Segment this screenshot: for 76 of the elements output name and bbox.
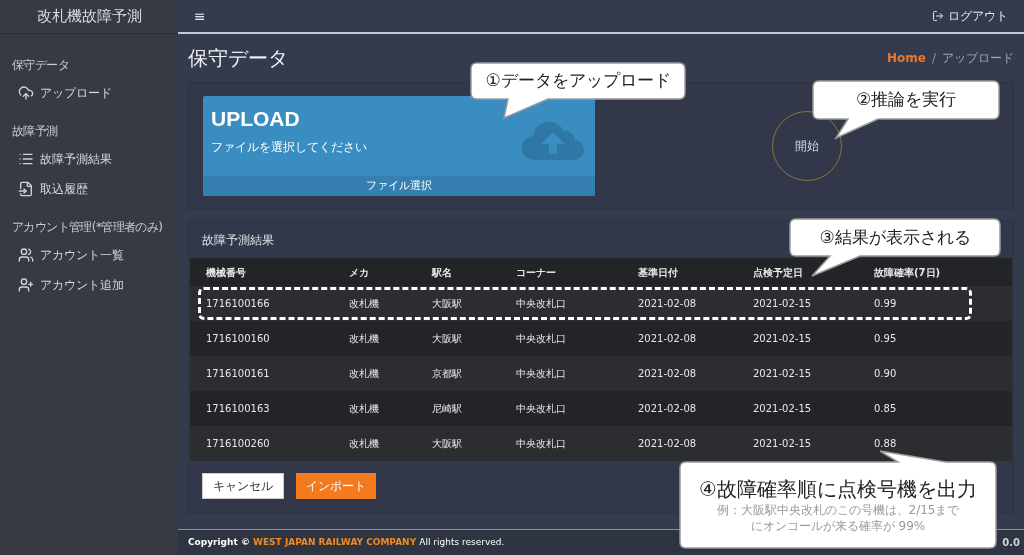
file-import-icon: [18, 181, 34, 197]
table-cell-text: 2021-02-15: [753, 367, 813, 381]
sidebar-item[interactable]: アカウント追加: [0, 270, 178, 300]
section-title: 故障予測結果: [202, 232, 274, 249]
column-header: 点検予定日: [753, 265, 804, 280]
table-cell-text: 大阪駅: [432, 437, 463, 451]
users-icon: [18, 247, 34, 263]
table-cell-text: 大阪駅: [432, 332, 463, 346]
callout-text: ④故障確率順に点検号機を出力: [699, 476, 977, 502]
callout-text: ①データをアップロード: [485, 69, 671, 93]
table-cell-text: 1716100161: [206, 367, 271, 381]
table-cell-text: 尼崎駅: [432, 402, 463, 416]
column-header: 基準日付: [638, 265, 679, 280]
table-cell-text: 0.88: [874, 437, 898, 451]
column-header: 機械番号: [206, 265, 247, 280]
table-cell-text: 中央改札口: [516, 367, 567, 381]
table-cell-text: 2021-02-15: [753, 332, 813, 346]
sidebar-item[interactable]: 故障予測結果: [0, 144, 178, 174]
sidebar-item[interactable]: アカウント一覧: [0, 240, 178, 270]
logout-icon: [932, 10, 944, 22]
page-title: 保守データ: [188, 45, 288, 72]
table-cell-text: 2021-02-15: [753, 402, 813, 416]
table-cell-text: 中央改札口: [516, 297, 567, 311]
sidebar-heading: 故障予測: [12, 123, 58, 140]
user-add-icon: [18, 277, 34, 293]
table-cell-text: 改札機: [349, 402, 380, 416]
table-cell-text: 改札機: [349, 332, 380, 346]
sidebar-heading: 保守データ: [12, 57, 69, 74]
cloud-upload-icon: [18, 85, 34, 101]
table-cell-text: 中央改札口: [516, 332, 567, 346]
table-cell-text: 改札機: [349, 437, 380, 451]
upload-hint: ファイルを選択してください: [211, 139, 368, 156]
table-cell-text: 大阪駅: [432, 297, 463, 311]
breadcrumb-current: アップロード: [942, 50, 1014, 67]
table-cell-text: 2021-02-08: [638, 332, 698, 346]
column-header: 駅名: [432, 265, 453, 280]
upload-title: UPLOAD: [211, 106, 301, 132]
table-cell-text: 0.99: [874, 297, 898, 311]
file-select-button[interactable]: ファイル選択: [203, 176, 595, 196]
menu-button[interactable]: ≡: [194, 5, 206, 27]
table-cell-text: 1716100160: [206, 332, 271, 346]
table-cell-text: 2021-02-08: [638, 402, 698, 416]
table-cell-text: 改札機: [349, 297, 380, 311]
column-header: メカ: [349, 265, 370, 280]
callout-note: 例：大阪駅中央改札のこの号機は、2/15まで: [716, 502, 960, 518]
version-text: 0.0: [1002, 536, 1020, 550]
table-cell-text: 2021-02-15: [753, 437, 813, 451]
callout-note: にオンコールが来る確率が 99%: [750, 518, 926, 534]
table-cell-text: 0.95: [874, 332, 898, 346]
sidebar-item[interactable]: 取込履歴: [0, 174, 178, 204]
table-cell-text: 2021-02-15: [753, 297, 813, 311]
table-cell-text: 中央改札口: [516, 437, 567, 451]
breadcrumb-link[interactable]: Home: [887, 49, 926, 67]
column-header: 故障確率(7日): [874, 265, 942, 280]
copyright-text: Copyright © WEST JAPAN RAILWAY COMPANY All rights reserved.: [188, 535, 505, 549]
logout-button[interactable]: ログアウト: [932, 7, 1008, 25]
table-cell-text: 2021-02-08: [638, 297, 698, 311]
table-cell-text: 2021-02-08: [638, 367, 698, 381]
table-cell-text: 1716100163: [206, 402, 271, 416]
cancel-button[interactable]: キャンセル: [202, 473, 284, 499]
sidebar-heading: アカウント管理(*管理者のみ): [12, 219, 163, 236]
table-cell-text: 1716100260: [206, 437, 271, 451]
callout-text: ③結果が表示される: [819, 225, 971, 249]
list-icon: [18, 151, 34, 167]
table-cell-text: 2021-02-08: [638, 437, 698, 451]
app-title: 改札機故障予測: [36, 6, 142, 28]
table-cell-text: 0.85: [874, 402, 898, 416]
table-cell-text: 中央改札口: [516, 402, 567, 416]
table-cell-text: 京都駅: [432, 367, 463, 381]
column-header: コーナー: [516, 265, 557, 280]
sidebar-item[interactable]: アップロード: [0, 78, 178, 108]
breadcrumb-separator: /: [931, 50, 936, 67]
table-cell-text: 0.90: [874, 367, 898, 381]
table-cell-text: 1716100166: [206, 297, 271, 311]
table-cell-text: 改札機: [349, 367, 380, 381]
callout-text: ②推論を実行: [855, 88, 957, 112]
